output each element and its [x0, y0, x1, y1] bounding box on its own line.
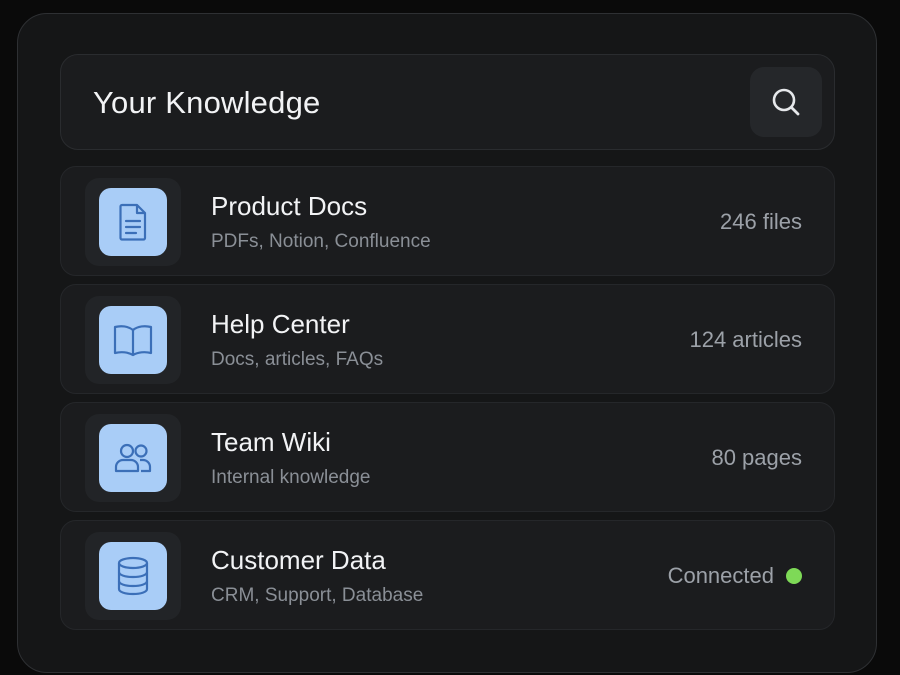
- source-row-team-wiki[interactable]: Team Wiki Internal knowledge 80 pages: [60, 402, 835, 512]
- connection-status-label: Connected: [667, 563, 774, 588]
- database-icon: [117, 556, 149, 596]
- status-dot: [786, 568, 802, 584]
- source-icon-badge: [99, 542, 167, 610]
- connection-status: Connected: [668, 563, 802, 589]
- source-count: 246 files: [720, 209, 802, 235]
- book-icon: [113, 325, 153, 357]
- source-count-label: 246 files: [720, 209, 802, 234]
- source-title: Product Docs: [211, 191, 368, 221]
- source-title: Help Center: [211, 309, 350, 339]
- source-title: Customer Data: [211, 545, 386, 575]
- source-row-help-center[interactable]: Help Center Docs, articles, FAQs 124 art…: [60, 284, 835, 394]
- search-icon: [772, 88, 800, 116]
- search-button[interactable]: [750, 67, 822, 137]
- source-icon-tile: [85, 178, 181, 266]
- knowledge-panel: Your Knowledge Product Docs PDFs, Notion…: [17, 13, 877, 673]
- source-icon-tile: [85, 414, 181, 502]
- source-count-label: 124 articles: [689, 327, 802, 352]
- knowledge-header: Your Knowledge: [60, 54, 835, 150]
- source-icon-badge: [99, 188, 167, 256]
- source-count-label: 80 pages: [711, 445, 802, 470]
- source-subtitle: CRM, Support, Database: [211, 585, 424, 606]
- users-icon: [114, 443, 152, 473]
- source-count: 124 articles: [689, 327, 802, 353]
- source-subtitle: Internal knowledge: [211, 467, 371, 488]
- source-subtitle: Docs, articles, FAQs: [211, 349, 384, 370]
- source-icon-badge: [99, 424, 167, 492]
- page-title: Your Knowledge: [93, 85, 321, 120]
- source-subtitle: PDFs, Notion, Confluence: [211, 231, 431, 252]
- source-title: Team Wiki: [211, 427, 331, 457]
- source-icon-badge: [99, 306, 167, 374]
- source-row-customer-data[interactable]: Customer Data CRM, Support, Database Con…: [60, 520, 835, 630]
- source-count: 80 pages: [711, 445, 802, 471]
- source-row-product-docs[interactable]: Product Docs PDFs, Notion, Confluence 24…: [60, 166, 835, 276]
- document-icon: [119, 203, 147, 241]
- source-icon-tile: [85, 532, 181, 620]
- source-icon-tile: [85, 296, 181, 384]
